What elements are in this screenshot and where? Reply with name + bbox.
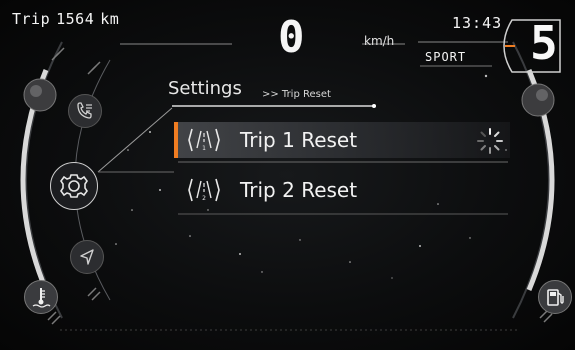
svg-text:2: 2 [202,195,206,202]
settings-nav-button[interactable] [50,162,98,210]
gear-indicator: 5 [530,16,558,70]
phone-icon [77,102,92,119]
navigation-nav-button[interactable] [70,240,104,274]
menu-title: Settings [168,78,242,99]
fuel-pump-icon [547,289,564,306]
trip-label: Trip [12,10,51,28]
menu-item-trip-1-reset[interactable]: 1 Trip 1 Reset [174,122,510,158]
phone-nav-button[interactable] [68,94,102,128]
cluster-screen: Trip 1564 km 13:43 0 km/h SPORT 5 Settin… [0,0,575,350]
coolant-temperature-indicator [24,280,58,314]
menu-item-label: Trip 2 Reset [240,178,358,202]
navigation-icon [80,249,94,265]
fuel-level-indicator [538,280,572,314]
menu-item-label: Trip 1 Reset [240,128,358,152]
breadcrumb: >> Trip Reset [262,89,331,100]
menu-item-trip-2-reset[interactable]: 2 Trip 2 Reset [174,172,506,208]
speed-unit: km/h [364,34,395,48]
drive-mode: SPORT [425,50,467,64]
trip-distance: 1564 [56,10,95,28]
clock: 13:43 [452,14,503,32]
road-trip-2-icon: 2 [188,178,220,202]
svg-text:1: 1 [202,145,206,152]
trip-unit: km [100,10,120,28]
settings-gear-icon [60,174,88,198]
coolant-temperature-icon [32,288,51,308]
road-trip-1-icon: 1 [188,128,220,152]
trip-odometer: Trip 1564 km [12,10,125,28]
speed-value: 0 [278,12,305,63]
loading-spinner-icon [477,128,503,154]
